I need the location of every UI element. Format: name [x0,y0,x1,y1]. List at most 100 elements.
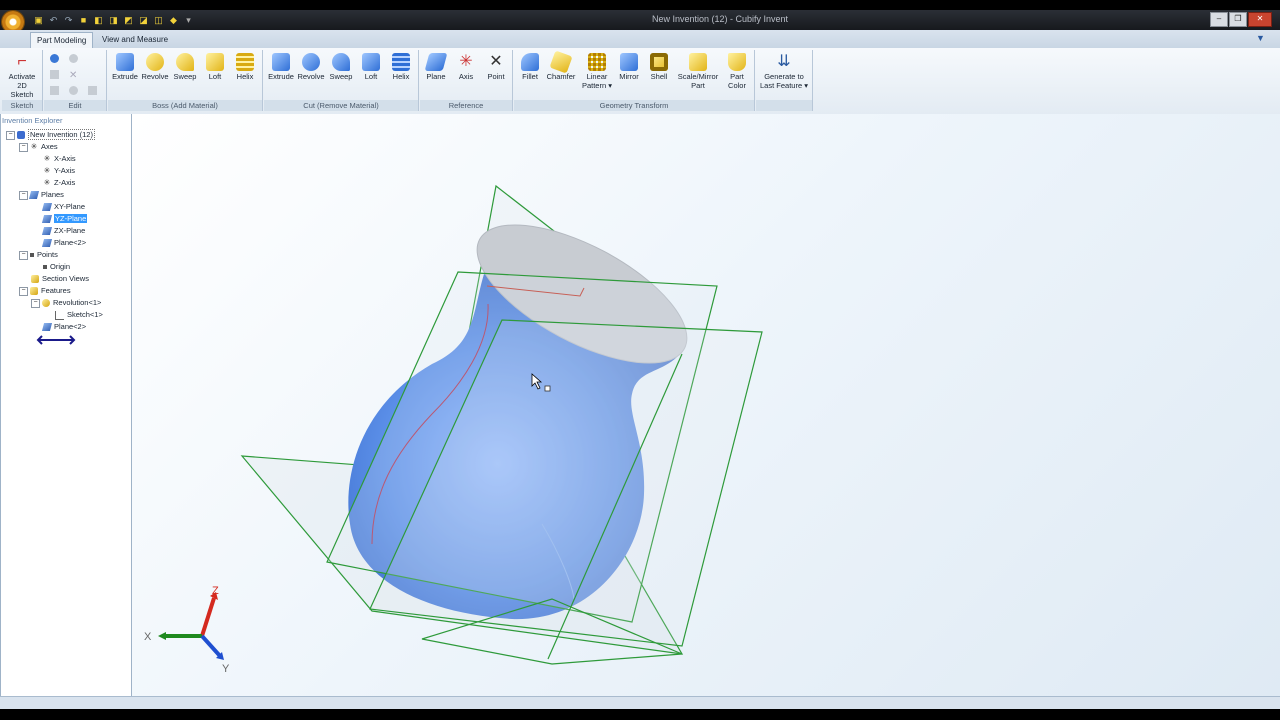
mirror-button[interactable]: Mirror [614,53,644,81]
chamfer-button[interactable]: Chamfer [546,50,576,81]
cut-revolve-button[interactable]: Revolve [296,53,326,81]
tree-zx-plane[interactable]: ZX-Plane [41,225,85,236]
tree-points[interactable]: − Points [19,249,58,260]
boss-sweep-button[interactable]: Sweep [170,53,200,81]
tree-z-axis[interactable]: ✳ Z-Axis [43,177,76,188]
boss-helix-button[interactable]: Helix [230,53,260,81]
points-icon [30,253,34,258]
plane-icon [41,239,53,248]
end-of-part-marker-icon[interactable] [36,335,76,345]
shell-button[interactable]: Shell [644,53,674,81]
sketch-icon: ⌐ [17,53,27,70]
close-button[interactable]: ✕ [1248,12,1272,27]
group-label-generate [756,100,812,111]
collapse-icon[interactable]: − [31,298,40,308]
view-side-icon[interactable]: ◪ [137,14,150,26]
tree-revolution-1[interactable]: − Revolution<1> [31,297,101,308]
redo-icon[interactable] [69,54,78,63]
cursor-hint-icon [544,385,551,392]
tree-features[interactable]: − Features [19,285,71,296]
view-iso-icon[interactable]: ◫ [152,14,165,26]
tree-x-axis[interactable]: ✳ X-Axis [43,153,76,164]
viewport-scene[interactable] [132,114,1280,696]
features-icon [30,287,38,296]
undo-icon[interactable] [50,54,59,63]
group-geometry-transform: Fillet Chamfer Linear Pattern ▾ Mirror S… [514,50,755,111]
scale-mirror-part-button[interactable]: Scale/Mirror Part [674,53,722,90]
minimize-button[interactable]: – [1210,12,1228,27]
tree-yz-plane[interactable]: YZ-Plane [41,213,88,224]
extrude-icon [116,53,134,71]
point-button[interactable]: ✕ Point [481,53,511,81]
view-cube-icon[interactable]: ◧ [92,14,105,26]
cut-sweep-button[interactable]: Sweep [326,53,356,81]
generate-icon: ⇊ [777,53,791,70]
cut-helix-button[interactable]: Helix [386,53,416,81]
3d-viewport[interactable]: Z X Y [132,114,1280,696]
tree-y-axis[interactable]: ✳ Y-Axis [43,165,75,176]
tab-view-and-measure[interactable]: View and Measure [96,32,174,47]
restore-button[interactable]: ❐ [1229,12,1247,27]
plane-icon [424,53,448,71]
plane-icon [41,227,53,236]
tab-part-modeling[interactable]: Part Modeling [30,32,94,48]
axis-button[interactable]: ✳ Axis [451,53,481,81]
collapse-icon[interactable]: − [19,286,28,296]
undo-icon[interactable]: ↶ [47,14,60,26]
cut-extrude-icon [272,53,290,71]
tree-root[interactable]: − New Invention (12) [6,129,95,140]
view-front-icon[interactable]: ◨ [107,14,120,26]
group-sketch: ⌐ Activate 2D Sketch Sketch [2,50,43,111]
revolve-icon [146,53,164,71]
tree-planes[interactable]: − Planes [19,189,64,200]
tree-origin[interactable]: Origin [43,261,70,272]
view-top-icon[interactable]: ◩ [122,14,135,26]
cut-extrude-button[interactable]: Extrude [266,53,296,81]
group-label-sketch: Sketch [2,100,42,111]
group-label-reference: Reference [420,100,512,111]
group-boss: Extrude Revolve Sweep Loft Helix Boss (A… [108,50,263,111]
boss-loft-button[interactable]: Loft [200,53,230,81]
plane-button[interactable]: Plane [421,53,451,81]
group-label-cut: Cut (Remove Material) [264,100,418,111]
delete-icon[interactable] [88,86,97,95]
collapse-icon[interactable]: − [19,250,28,260]
collapse-icon[interactable]: − [19,142,28,152]
window-controls: – ❐ ✕ [1210,12,1272,27]
redo-icon[interactable]: ↷ [62,14,75,26]
paste-icon[interactable] [50,86,59,95]
part-color-button[interactable]: Part Color [722,53,752,90]
tree-sketch-1[interactable]: Sketch<1> [55,309,103,320]
tree-section-views[interactable]: Section Views [31,273,89,284]
tree-xy-plane[interactable]: XY-Plane [41,201,85,212]
axis-triad[interactable]: Z X Y [140,584,240,679]
render-mode-icon[interactable]: ◆ [167,14,180,26]
linear-pattern-button[interactable]: Linear Pattern ▾ [580,53,614,90]
collapse-icon[interactable]: − [19,190,28,200]
fillet-button[interactable]: Fillet [515,53,545,81]
edit-icon[interactable] [69,86,78,95]
activate-2d-sketch-button[interactable]: ⌐ Activate 2D Sketch [5,53,39,99]
generate-to-last-feature-button[interactable]: ⇊ Generate to Last Feature ▾ [758,53,810,90]
ribbon-minimize-icon[interactable]: ▼ [1256,33,1265,43]
new-file-icon[interactable]: ■ [77,14,90,26]
plane-icon [41,215,53,224]
tree-feature-plane-2[interactable]: Plane<2> [41,321,86,332]
tree-axes[interactable]: − ✳ Axes [19,141,58,152]
boss-extrude-button[interactable]: Extrude [110,53,140,81]
boss-revolve-button[interactable]: Revolve [140,53,170,81]
cut-loft-button[interactable]: Loft [356,53,386,81]
tree-plane-2[interactable]: Plane<2> [41,237,86,248]
explorer-title: Invention Explorer [2,116,63,125]
qat-dropdown-icon[interactable]: ▾ [182,14,195,26]
save-icon[interactable]: ▣ [32,14,45,26]
planes-icon [28,191,40,200]
copy-icon[interactable] [50,70,59,79]
point-icon [43,265,47,270]
group-cut: Extrude Revolve Sweep Loft Helix Cut (Re… [264,50,419,111]
cut-icon[interactable]: ✕ [69,70,77,81]
cut-loft-icon [362,53,380,71]
loft-icon [206,53,224,71]
group-generate: ⇊ Generate to Last Feature ▾ [756,50,813,111]
collapse-icon[interactable]: − [6,130,15,140]
